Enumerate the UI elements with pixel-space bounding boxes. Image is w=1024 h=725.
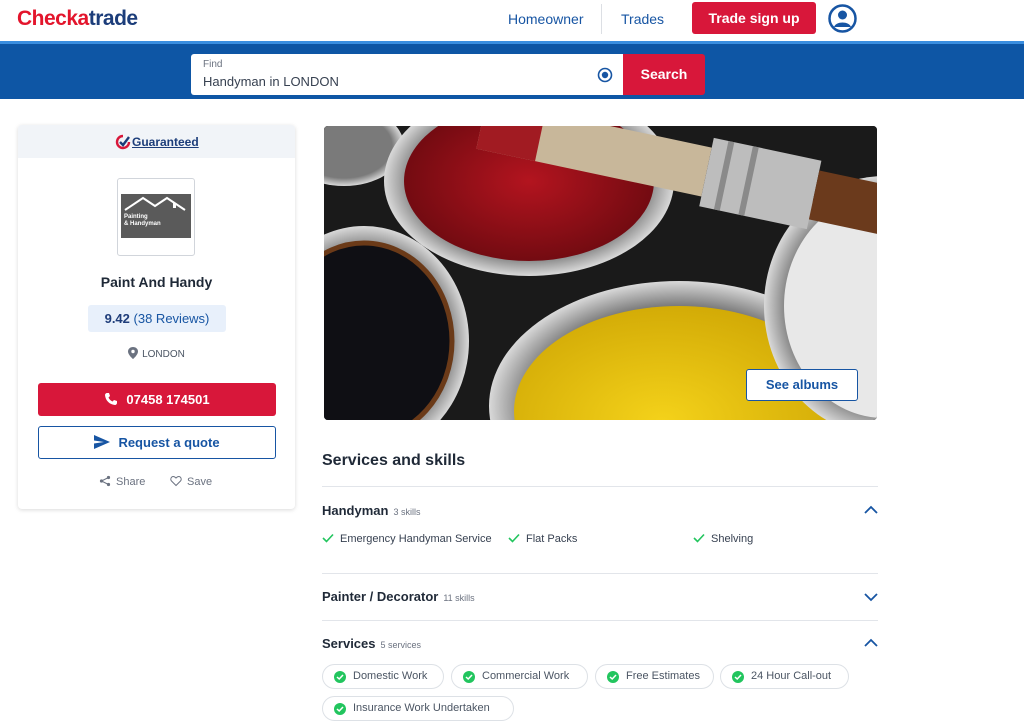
- check-icon: [508, 533, 520, 543]
- check-icon: [322, 533, 334, 543]
- location-text: LONDON: [142, 349, 185, 360]
- category-name: Painter / Decorator: [322, 589, 439, 604]
- business-logo-image: Painting & Handyman: [121, 194, 191, 238]
- divider: [322, 486, 878, 487]
- divider: [322, 573, 878, 574]
- search-button[interactable]: Search: [623, 54, 705, 95]
- rating-badge[interactable]: 9.42 (38 Reviews): [88, 305, 226, 332]
- check-circle-icon: [463, 671, 475, 683]
- rating-score: 9.42: [104, 311, 130, 326]
- heart-icon: [170, 476, 182, 487]
- top-navigation: Checkatrade Homeowner Trades Trade sign …: [0, 0, 1024, 41]
- services-section-title: Services and skills: [322, 452, 466, 469]
- request-quote-button[interactable]: Request a quote: [38, 426, 276, 459]
- chevron-up-icon[interactable]: [864, 638, 878, 648]
- service-chip: 24 Hour Call-out: [720, 664, 849, 689]
- share-icon: [99, 475, 111, 487]
- save-button[interactable]: Save: [170, 475, 212, 488]
- category-count: 3 skills: [393, 507, 421, 517]
- search-input[interactable]: Find Handyman in LONDON: [191, 54, 623, 95]
- category-handyman-header[interactable]: Handyman 3 skills: [322, 503, 420, 518]
- guaranteed-link[interactable]: Guaranteed: [132, 135, 199, 149]
- check-circle-icon: [607, 671, 619, 683]
- logo-text-line2: & Handyman: [124, 221, 161, 227]
- category-count: 5 services: [380, 640, 422, 650]
- user-account-icon[interactable]: [828, 4, 857, 33]
- share-label: Share: [116, 476, 146, 488]
- check-icon: [693, 533, 705, 543]
- chevron-up-icon[interactable]: [864, 505, 878, 515]
- service-chip: Insurance Work Undertaken: [322, 696, 514, 721]
- search-band: Find Handyman in LONDON Search: [0, 41, 1024, 99]
- category-painter-header[interactable]: Painter / Decorator 11 skills: [322, 589, 475, 604]
- phone-icon: [105, 393, 118, 405]
- share-button[interactable]: Share: [99, 475, 145, 488]
- service-chip: Free Estimates: [595, 664, 714, 689]
- nav-trades-link[interactable]: Trades: [621, 11, 664, 27]
- phone-number: 07458 174501: [126, 392, 210, 407]
- category-services-header[interactable]: Services 5 services: [322, 636, 421, 651]
- logo-text-line1: Painting: [124, 214, 148, 220]
- call-button[interactable]: 07458 174501: [38, 383, 276, 416]
- category-count: 11 skills: [443, 593, 475, 603]
- guarantee-check-icon: [115, 134, 131, 150]
- trader-profile-card: Guaranteed Painting & Handyman Paint And…: [18, 125, 295, 509]
- skill-item: Flat Packs: [508, 533, 577, 545]
- location-pin-icon: [128, 347, 139, 359]
- category-name: Services: [322, 636, 376, 651]
- location: LONDON: [18, 347, 295, 360]
- send-icon: [94, 435, 111, 449]
- see-albums-button[interactable]: See albums: [746, 369, 858, 401]
- chevron-down-icon[interactable]: [864, 592, 878, 602]
- locate-icon[interactable]: [597, 67, 613, 83]
- skill-item: Emergency Handyman Service: [322, 533, 492, 545]
- check-circle-icon: [334, 703, 346, 715]
- checkatrade-logo[interactable]: Checkatrade: [17, 7, 138, 31]
- search-value[interactable]: Handyman in LONDON: [203, 74, 339, 89]
- service-chip: Commercial Work: [451, 664, 588, 689]
- reviews-link[interactable]: (38 Reviews): [134, 311, 210, 326]
- divider: [322, 620, 878, 621]
- skill-item: Shelving: [693, 533, 753, 545]
- check-circle-icon: [334, 671, 346, 683]
- category-name: Handyman: [322, 503, 389, 518]
- business-logo: Painting & Handyman: [117, 178, 195, 256]
- check-circle-icon: [732, 671, 744, 683]
- guaranteed-banner: Guaranteed: [18, 125, 295, 158]
- nav-divider: [601, 4, 602, 34]
- nav-homeowner-link[interactable]: Homeowner: [508, 11, 583, 27]
- trade-signup-button[interactable]: Trade sign up: [692, 2, 816, 34]
- service-chip: Domestic Work: [322, 664, 444, 689]
- roof-icon: [124, 196, 186, 211]
- business-name: Paint And Handy: [100, 274, 213, 290]
- request-quote-label: Request a quote: [118, 435, 220, 450]
- save-label: Save: [187, 476, 213, 488]
- search-label: Find: [203, 59, 223, 70]
